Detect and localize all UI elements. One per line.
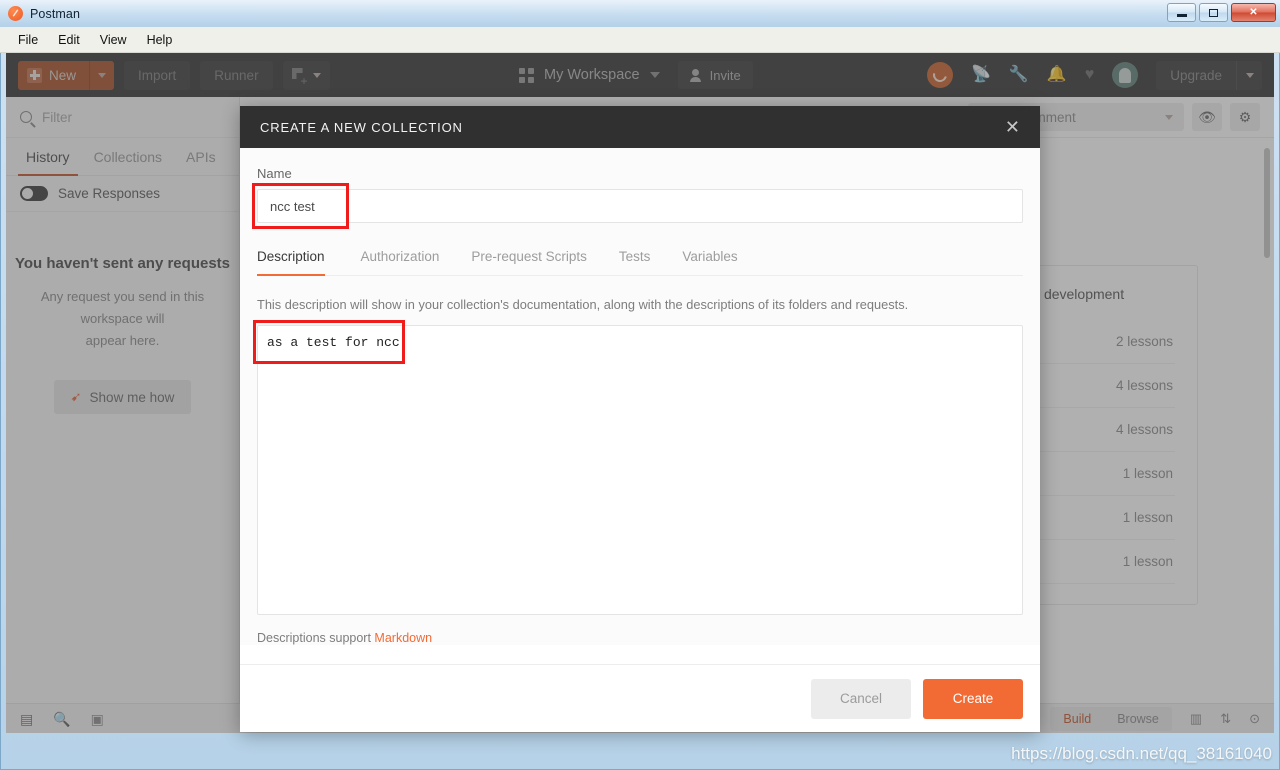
tab-variables[interactable]: Variables bbox=[666, 241, 753, 275]
menu-file[interactable]: File bbox=[10, 30, 46, 50]
menu-bar: File Edit View Help bbox=[0, 27, 1280, 53]
markdown-link[interactable]: Markdown bbox=[374, 631, 432, 645]
tab-description[interactable]: Description bbox=[257, 241, 345, 276]
close-icon[interactable]: ✕ bbox=[1005, 118, 1020, 136]
maximize-button[interactable] bbox=[1199, 3, 1228, 22]
minimize-icon bbox=[1176, 13, 1187, 17]
window-title: Postman bbox=[30, 6, 81, 21]
minimize-button[interactable] bbox=[1167, 3, 1196, 22]
name-field-label: Name bbox=[257, 166, 292, 181]
cancel-button[interactable]: Cancel bbox=[811, 678, 911, 719]
maximize-icon bbox=[1209, 8, 1218, 17]
close-button[interactable]: ✕ bbox=[1231, 3, 1276, 22]
description-wrap bbox=[253, 320, 1023, 620]
modal-body: Name Description Authorization Pre-reque… bbox=[240, 148, 1040, 645]
menu-edit[interactable]: Edit bbox=[50, 30, 88, 50]
modal-footer: Cancel Create bbox=[240, 664, 1040, 732]
name-input-wrap bbox=[252, 183, 1023, 229]
markdown-note-prefix: Descriptions support bbox=[257, 631, 375, 645]
collection-name-input[interactable] bbox=[257, 189, 1023, 223]
modal-tabs: Description Authorization Pre-request Sc… bbox=[257, 241, 1023, 276]
window-controls: ✕ bbox=[1167, 3, 1276, 22]
menu-help[interactable]: Help bbox=[139, 30, 181, 50]
modal-title: CREATE A NEW COLLECTION bbox=[260, 119, 463, 135]
tab-authorization[interactable]: Authorization bbox=[345, 241, 456, 275]
create-button[interactable]: Create bbox=[923, 678, 1023, 719]
menu-view[interactable]: View bbox=[92, 30, 135, 50]
title-bar: Postman ✕ bbox=[0, 0, 1280, 27]
create-collection-modal: CREATE A NEW COLLECTION ✕ Name Descripti… bbox=[240, 106, 1040, 732]
tab-pre-request-scripts[interactable]: Pre-request Scripts bbox=[455, 241, 603, 275]
modal-header: CREATE A NEW COLLECTION ✕ bbox=[240, 106, 1040, 148]
description-textarea[interactable] bbox=[257, 325, 1023, 615]
description-help-text: This description will show in your colle… bbox=[257, 297, 909, 312]
tab-tests[interactable]: Tests bbox=[603, 241, 667, 275]
application-window: Postman ✕ File Edit View Help New Import… bbox=[0, 0, 1280, 770]
markdown-note: Descriptions support Markdown bbox=[257, 620, 1023, 645]
postman-logo-icon bbox=[8, 6, 23, 21]
